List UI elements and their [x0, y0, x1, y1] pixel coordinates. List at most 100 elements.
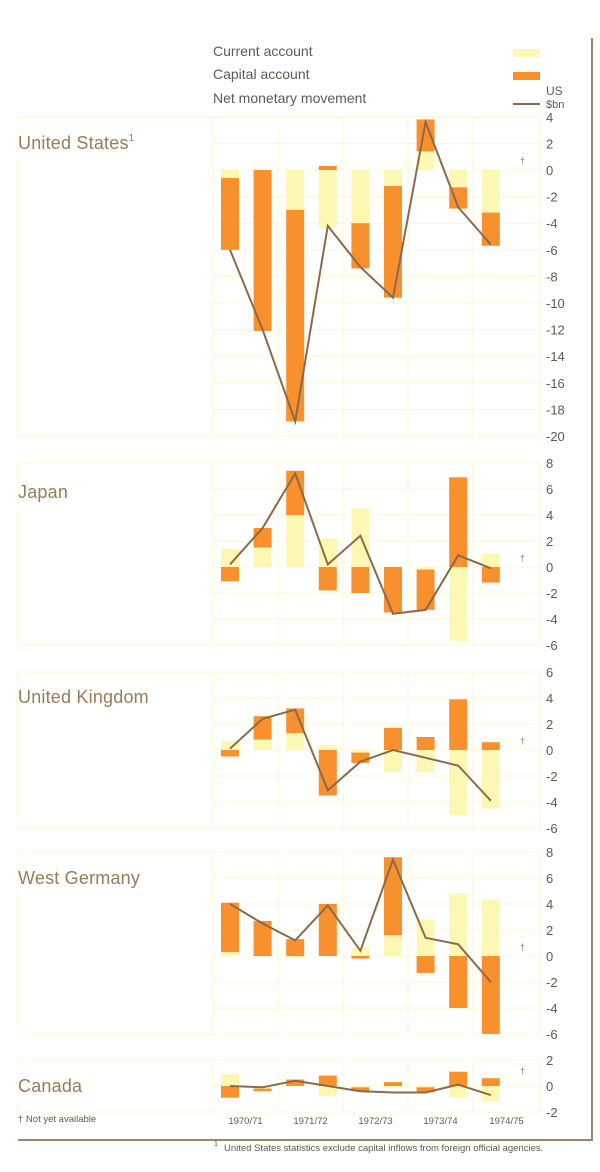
y-tick-label: 6 — [546, 482, 553, 497]
bar-capital-account — [384, 1082, 402, 1086]
bar-capital-account — [221, 177, 239, 250]
y-tick-label: 4 — [546, 508, 553, 523]
bar-capital-account — [481, 567, 500, 583]
bar-capital-account — [449, 699, 468, 750]
bar-current-account — [384, 935, 402, 956]
bar-current-account — [449, 893, 468, 956]
y-tick-label: 6 — [546, 871, 553, 886]
y-tick-label: -4 — [546, 612, 558, 627]
y-tick-label: -8 — [546, 269, 558, 284]
panels: 420-2-4-6-8-10-12-14-16-18-20†86420-2-4-… — [17, 110, 565, 1127]
panel-label-box — [17, 851, 214, 1035]
bar-capital-account — [416, 737, 435, 750]
bar-capital-account — [221, 750, 239, 757]
y-tick-label: -2 — [546, 975, 558, 990]
bar-current-account — [416, 567, 435, 570]
bar-current-account — [253, 547, 272, 567]
y-tick-label: -18 — [546, 402, 565, 417]
bar-capital-account — [318, 567, 337, 591]
bar-capital-account — [481, 1078, 500, 1086]
bar-current-account — [449, 567, 468, 642]
y-tick-label: 4 — [546, 691, 553, 706]
bar-capital-account — [416, 569, 435, 610]
y-tick-label: 8 — [546, 845, 553, 860]
bar-capital-account — [253, 528, 272, 548]
y-tick-label: -6 — [546, 243, 558, 258]
panel-label-box — [17, 462, 214, 646]
y-tick-label: -12 — [546, 323, 565, 338]
y-tick-label: 8 — [546, 456, 553, 471]
legend: US$bn — [513, 49, 564, 111]
y-tick-label: 2 — [546, 923, 553, 938]
x-tick-label: 1973/74 — [423, 1116, 457, 1127]
bar-capital-account — [351, 223, 370, 269]
bar-capital-account — [384, 185, 402, 298]
bar-capital-account — [481, 956, 500, 1034]
not-available-dagger: † — [520, 553, 525, 563]
bar-current-account — [351, 750, 370, 753]
bar-current-account — [384, 1086, 402, 1088]
y-tick-label: -2 — [546, 586, 558, 601]
bar-current-account — [416, 750, 435, 773]
bar-current-account — [221, 952, 239, 956]
y-tick-label: -6 — [546, 1027, 558, 1042]
bar-capital-account — [449, 956, 468, 1008]
bar-capital-account — [221, 567, 239, 582]
y-tick-label: 0 — [546, 560, 553, 575]
panel-canada: 2 0 -2 † 1970/71 1971/72 1972/73 1973/74 1974/75 — [17, 1053, 558, 1127]
bar-capital-account — [253, 170, 272, 331]
bar-current-account — [449, 170, 468, 188]
y-tick-label: 0 — [546, 743, 553, 758]
bar-current-account — [351, 170, 370, 224]
bar-capital-account — [351, 567, 370, 593]
y-tick-label: 4 — [546, 110, 553, 125]
bar-capital-account — [449, 477, 468, 567]
y-tick-label: -14 — [546, 349, 565, 364]
bar-current-account — [351, 1086, 370, 1088]
y-tick-label: -10 — [546, 296, 565, 311]
bar-current-account — [318, 170, 337, 229]
frame — [18, 38, 593, 1141]
y-tick-label: 6 — [546, 665, 553, 680]
bar-capital-account — [351, 956, 370, 959]
y-tick-label: -4 — [546, 1001, 558, 1016]
bar-current-account — [286, 170, 305, 210]
bar-current-account — [384, 170, 402, 186]
y-tick-label: 2 — [546, 717, 553, 732]
y-tick-label: -6 — [546, 638, 558, 653]
unit-label-us: US — [546, 84, 563, 98]
panel-label-box — [17, 1059, 214, 1113]
y-tick-label: -20 — [546, 429, 565, 444]
y-tick-label: -2 — [546, 769, 558, 784]
bar-capital-account — [384, 727, 402, 750]
panel-west-germany: 8 6 4 2 0 -2 -4 -6 † — [17, 845, 558, 1042]
x-tick-label: 1974/75 — [489, 1116, 523, 1127]
bar-current-account — [253, 739, 272, 750]
bar-current-account — [481, 170, 500, 213]
y-tick-label: 0 — [546, 163, 553, 178]
bar-capital-account — [286, 939, 305, 956]
y-tick-label: -6 — [546, 821, 558, 836]
panel-united-states: 4 2 0 -2 -4 -6 -8 -10 -12 -14 -16 -18 -20 † — [17, 110, 565, 444]
panel-label-box — [17, 671, 214, 829]
y-tick-label: 0 — [546, 1079, 553, 1094]
x-tick-label: 1972/73 — [358, 1116, 392, 1127]
bar-current-account — [449, 750, 468, 815]
panel-label-box — [17, 116, 214, 437]
bar-capital-account — [384, 857, 402, 936]
not-available-dagger: † — [520, 156, 525, 166]
bar-current-account — [286, 515, 305, 567]
bar-capital-account — [221, 1086, 239, 1098]
bar-capital-account — [481, 212, 500, 246]
y-tick-label: -4 — [546, 795, 558, 810]
bar-capital-account — [481, 742, 500, 750]
bar-current-account — [286, 733, 305, 750]
y-tick-label: 0 — [546, 949, 553, 964]
bar-current-account — [416, 1086, 435, 1088]
chart-canvas: US$bn 420-2-4-6-8-10-12-14-16-18-20†8642… — [17, 38, 593, 1141]
panel-japan: 8 6 4 2 0 -2 -4 -6 † — [17, 456, 558, 653]
bar-current-account — [318, 744, 337, 750]
bar-current-account — [221, 1074, 239, 1086]
y-tick-label: 4 — [546, 897, 553, 912]
x-tick-label: 1970/71 — [228, 1116, 262, 1127]
